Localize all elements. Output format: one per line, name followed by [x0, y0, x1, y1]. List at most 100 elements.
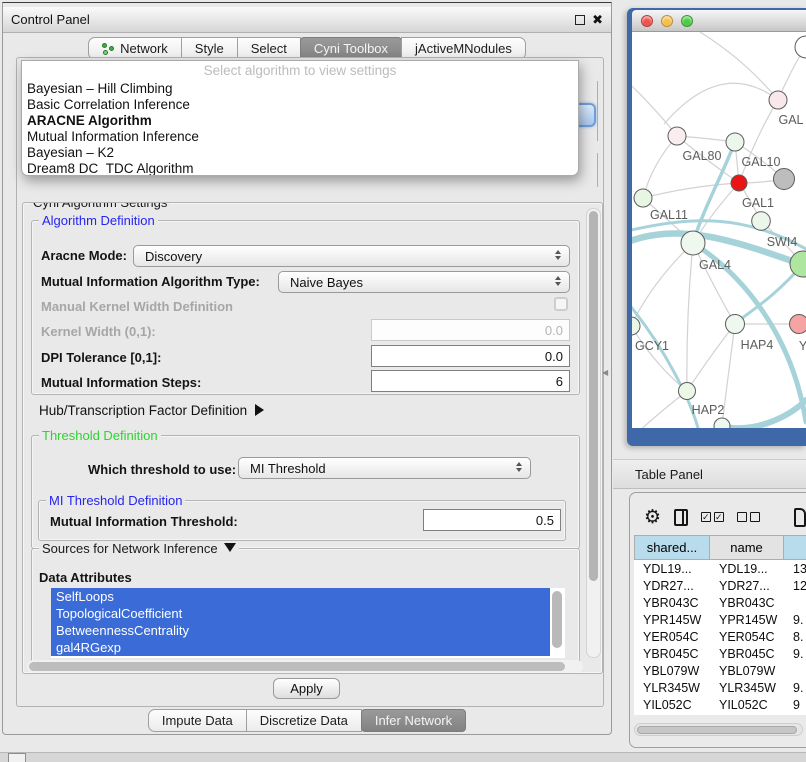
table-cell: YBR043C: [634, 596, 710, 610]
split-divider-handle-icon[interactable]: ◀: [602, 368, 610, 378]
combo-spinner-icon: [555, 276, 562, 286]
table-row[interactable]: YBR043CYBR043C: [634, 594, 806, 611]
hidden-groupbox-border: [597, 153, 598, 187]
table-row[interactable]: YBR045CYBR045C9.: [634, 645, 806, 662]
algorithm-option[interactable]: Mutual Information Inference: [22, 129, 578, 145]
kernel-width-field[interactable]: 0.0: [371, 319, 570, 341]
hidden-combo-arrow-fragment[interactable]: [578, 103, 596, 127]
select-all-checkboxes-icon[interactable]: ✓✓: [701, 512, 724, 522]
float-window-icon[interactable]: [575, 15, 585, 25]
tab-label: Network: [120, 41, 168, 56]
gear-icon[interactable]: ⚙: [644, 508, 661, 527]
manual-kernel-checkbox[interactable]: [554, 297, 568, 311]
network-window-titlebar[interactable]: [632, 10, 806, 32]
data-attributes-list[interactable]: SelfLoopsTopologicalCoefficientBetweenne…: [51, 588, 565, 658]
apply-button[interactable]: Apply: [273, 678, 340, 699]
algorithm-dropdown-placeholder: Select algorithm to view settings: [22, 63, 578, 81]
network-node[interactable]: [774, 169, 795, 190]
table-hscroll-track[interactable]: [634, 723, 803, 736]
manual-kernel-label: Manual Kernel Width Definition: [41, 299, 233, 314]
which-threshold-value: MI Threshold: [250, 461, 326, 476]
settings-hscroll-thumb[interactable]: [29, 662, 565, 671]
collapse-down-icon[interactable]: [224, 543, 236, 552]
network-node[interactable]: [795, 36, 806, 58]
algorithm-option[interactable]: Bayesian – Hill Climbing: [22, 81, 578, 97]
network-canvas[interactable]: GALGAL80GAL10GAL1GAL11SWI4GAL4GCY1HAP4YH…: [632, 32, 806, 428]
mi-type-label: Mutual Information Algorithm Type:: [41, 274, 260, 289]
network-node-gal11[interactable]: [634, 189, 652, 207]
attribute-item[interactable]: gal4RGexp: [51, 639, 550, 656]
table-row[interactable]: YDR27...YDR27...12: [634, 577, 806, 594]
deselect-all-checkboxes-icon[interactable]: [737, 512, 760, 522]
aracne-mode-combo[interactable]: Discovery: [133, 245, 570, 267]
node-label: Y: [799, 339, 806, 353]
minimize-traffic-light[interactable]: [661, 15, 673, 27]
table-row[interactable]: YIL052CYIL052C9: [634, 696, 806, 713]
data-attributes-label: Data Attributes: [39, 570, 132, 585]
tab-label: Cyni Toolbox: [314, 41, 388, 56]
table-panel-header[interactable]: Table Panel: [613, 459, 806, 489]
mi-steps-field[interactable]: 6: [371, 370, 570, 392]
column-header[interactable]: [784, 535, 806, 560]
which-threshold-combo[interactable]: MI Threshold: [238, 457, 531, 479]
network-node-hap4[interactable]: [726, 315, 745, 334]
control-panel-titlebar[interactable]: Control Panel ✖: [3, 7, 611, 33]
dpi-tolerance-field[interactable]: 0.0: [371, 345, 570, 367]
footer-tab-impute-data[interactable]: Impute Data: [148, 709, 247, 732]
network-node-gal[interactable]: [769, 91, 787, 109]
network-node-gal1[interactable]: [731, 175, 747, 191]
network-node-gal80[interactable]: [668, 127, 686, 145]
footer-tab-infer-network[interactable]: Infer Network: [361, 709, 466, 732]
close-icon[interactable]: ✖: [592, 15, 603, 25]
sources-legend[interactable]: Sources for Network Inference: [39, 541, 239, 556]
hub-definition-expander[interactable]: Hub/Transcription Factor Definition: [39, 403, 264, 418]
table-hscroll-thumb[interactable]: [637, 726, 797, 734]
algorithm-option[interactable]: Bayesian – K2: [22, 145, 578, 161]
table-row[interactable]: YDL19...YDL19...13: [634, 560, 806, 577]
node-table[interactable]: shared...name YDL19...YDL19...13YDR27...…: [634, 535, 806, 715]
table-cell: 8.: [784, 630, 806, 644]
table-cell: YDL19...: [710, 562, 784, 576]
network-node-hap2[interactable]: [679, 383, 696, 400]
network-node-swi4[interactable]: [752, 212, 771, 231]
zoom-traffic-light[interactable]: [681, 15, 693, 27]
close-traffic-light[interactable]: [641, 15, 653, 27]
settings-vscroll-track[interactable]: [586, 208, 601, 658]
algorithm-option[interactable]: Basic Correlation Inference: [22, 97, 578, 113]
table-cell: YLR345W: [634, 681, 710, 695]
table-cell: YDR27...: [634, 579, 710, 593]
table-cell: 9.: [784, 613, 806, 627]
table-row[interactable]: YER054CYER054C8.: [634, 628, 806, 645]
network-node-y[interactable]: [790, 315, 806, 334]
settings-vscroll-thumb[interactable]: [589, 211, 598, 581]
table-row[interactable]: YBL079WYBL079W: [634, 662, 806, 679]
hub-definition-label: Hub/Transcription Factor Definition: [39, 403, 247, 418]
table-row[interactable]: YPR145WYPR145W9.: [634, 611, 806, 628]
algorithm-option[interactable]: ARACNE Algorithm: [22, 113, 578, 129]
footer-tab-discretize-data[interactable]: Discretize Data: [246, 709, 362, 732]
mi-type-combo[interactable]: Naive Bayes: [278, 271, 570, 293]
expand-right-icon[interactable]: [255, 404, 264, 416]
bottom-strip-icon[interactable]: [8, 753, 26, 762]
attribute-item[interactable]: BetweennessCentrality: [51, 622, 550, 639]
network-node-gal4[interactable]: [681, 231, 705, 255]
node-label: GAL1: [742, 196, 774, 210]
column-header[interactable]: shared...: [634, 535, 710, 560]
split-columns-icon[interactable]: [674, 509, 688, 526]
table-row[interactable]: YLR345WYLR345W9.: [634, 679, 806, 696]
network-node-gal10[interactable]: [726, 133, 744, 151]
attribute-item[interactable]: TopologicalCoefficient: [51, 605, 550, 622]
network-node[interactable]: [714, 418, 730, 428]
attributes-scrollbar-thumb[interactable]: [552, 591, 562, 648]
mi-threshold-field[interactable]: 0.5: [423, 509, 561, 531]
settings-hscroll-track[interactable]: [27, 660, 583, 673]
table-cell: YLR345W: [710, 681, 784, 695]
attribute-item[interactable]: SelfLoops: [51, 588, 550, 605]
column-header[interactable]: name: [710, 535, 784, 560]
network-node[interactable]: [790, 251, 806, 277]
algorithm-dropdown-list: Select algorithm to view settings Bayesi…: [21, 60, 579, 176]
network-node-gcy1[interactable]: [632, 317, 640, 335]
algorithm-option[interactable]: Dream8 DC_TDC Algorithm: [22, 161, 578, 176]
document-icon[interactable]: [794, 508, 806, 527]
table-cell: YBL079W: [710, 664, 784, 678]
